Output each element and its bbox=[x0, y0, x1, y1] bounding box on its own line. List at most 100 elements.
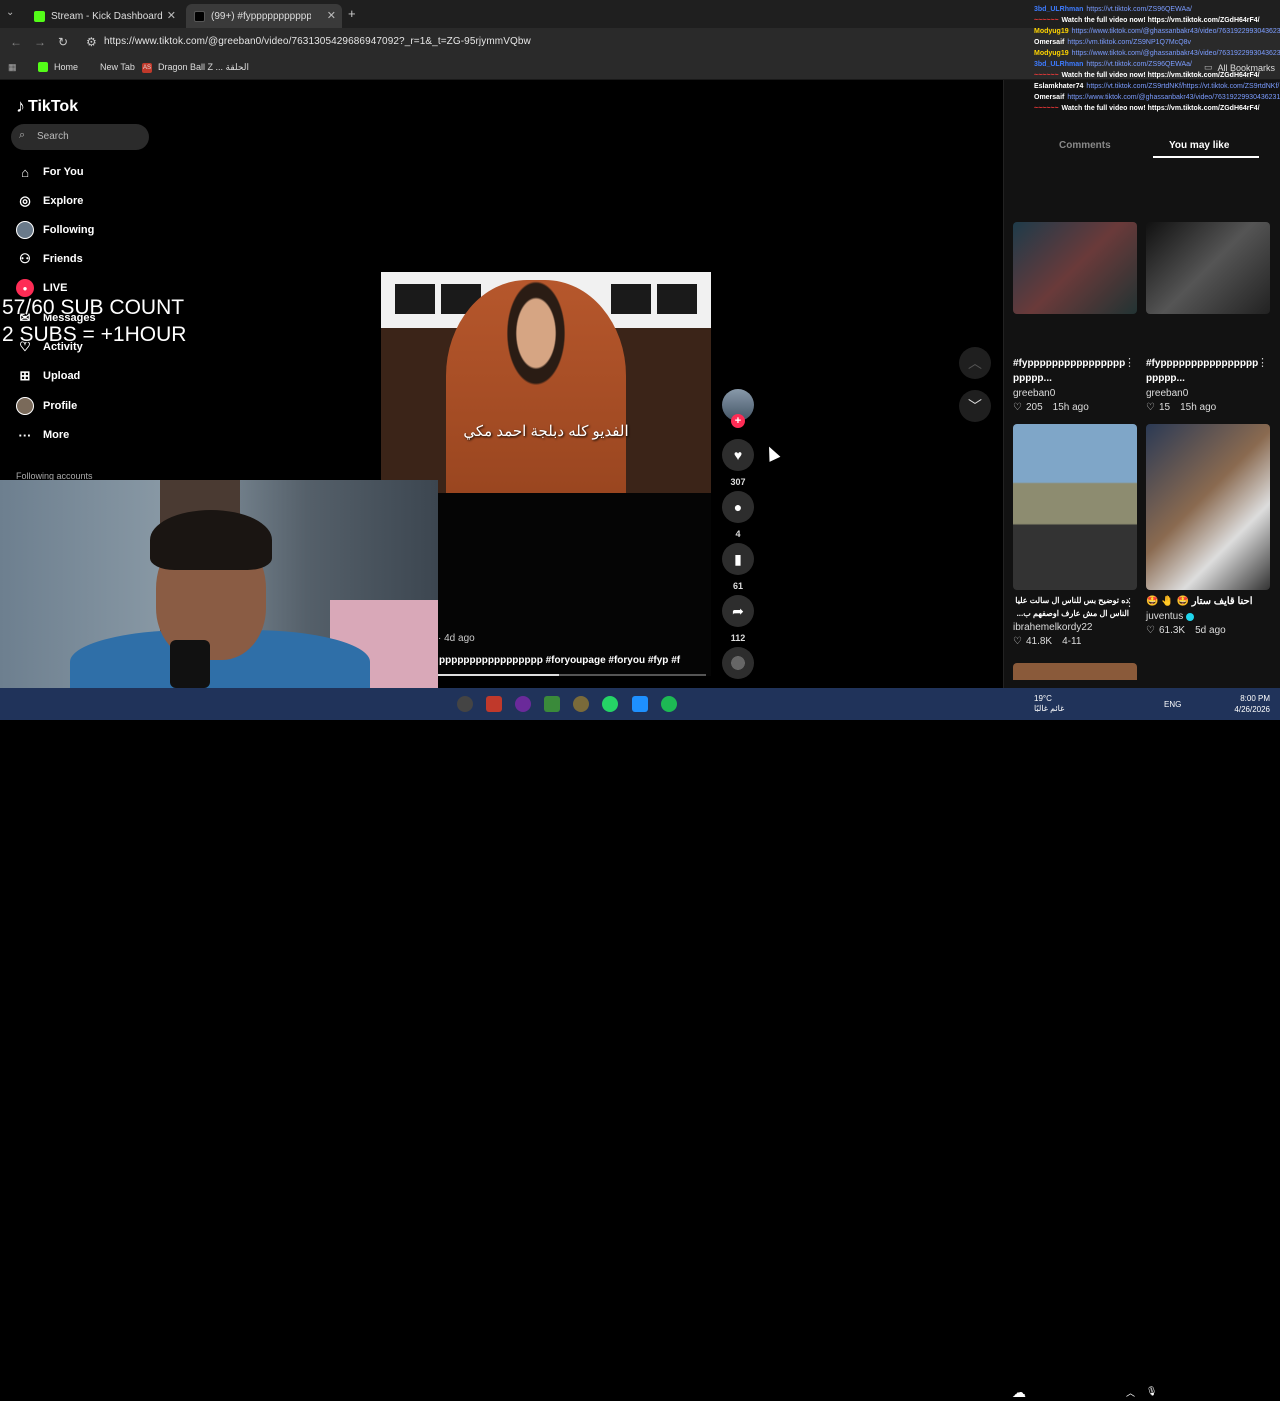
chat-username[interactable]: ~~~~~~ bbox=[1034, 72, 1059, 79]
tiktok-logo[interactable]: ♪ TikTok bbox=[16, 96, 78, 117]
weather-icon: ☁ bbox=[1012, 1384, 1026, 1400]
chat-username[interactable]: ~~~~~~ bbox=[1034, 17, 1059, 24]
nav-explore[interactable]: ◎ Explore bbox=[16, 191, 83, 211]
recommended-video-card[interactable]: #fyppppppppppppppppppppp... ⋮ greeban0 ♡… bbox=[1146, 222, 1270, 413]
close-tab-icon[interactable]: ✕ bbox=[167, 9, 176, 22]
sub-count-overlay: 57/60 SUB COUNT bbox=[2, 296, 185, 319]
spotify-icon[interactable] bbox=[661, 696, 677, 712]
more-options-icon[interactable]: ⋮ bbox=[1257, 356, 1268, 369]
nav-live[interactable]: ● LIVE bbox=[16, 278, 67, 298]
video-thumbnail[interactable] bbox=[1013, 424, 1137, 590]
forward-icon[interactable]: → bbox=[34, 35, 46, 49]
card-ago: 15h ago bbox=[1180, 402, 1217, 413]
app-icon[interactable] bbox=[515, 696, 531, 712]
chat-username[interactable]: ~~~~~~ bbox=[1034, 105, 1059, 112]
card-author[interactable]: greeban0 bbox=[1146, 388, 1270, 399]
video-progress-bar[interactable] bbox=[438, 674, 706, 676]
weather-text: غائم غالبًا bbox=[1034, 704, 1065, 713]
bookmark-new-tab[interactable]: New Tab bbox=[100, 62, 135, 72]
apps-icon[interactable]: ▦ bbox=[8, 62, 17, 73]
nav-more[interactable]: ··· More bbox=[16, 425, 70, 445]
bookmark-dragon-ball[interactable]: AS Dragon Ball Z ... الحلقة bbox=[142, 62, 249, 73]
tab-you-may-like[interactable]: You may like bbox=[1169, 140, 1229, 151]
video-player[interactable]: الفديو كله دبلجة احمد مكي bbox=[381, 272, 711, 493]
card-author[interactable]: greeban0 bbox=[1013, 388, 1137, 399]
whatsapp-icon[interactable] bbox=[602, 696, 618, 712]
close-tab-icon[interactable]: ✕ bbox=[327, 9, 336, 22]
recommended-video-card[interactable]: احنا قايف ستار 🤩 🤚 🤩 juventus ♡ 61.3K 5d a… bbox=[1146, 424, 1270, 636]
clock[interactable]: 8:00 PM 4/26/2026 bbox=[1226, 693, 1270, 715]
bookmark-icon[interactable]: ▮ bbox=[722, 543, 754, 575]
chat-text[interactable]: https://www.tiktok.com/@ghassanbakr43/vi… bbox=[1072, 28, 1280, 35]
card-title[interactable]: ده توضيح بس للناس ال سالت عليا الناس ال … bbox=[1013, 594, 1129, 620]
card-meta: ♡ 61.3K 5d ago bbox=[1146, 625, 1270, 636]
save-action[interactable]: ▮ 61 bbox=[722, 543, 754, 591]
chat-username[interactable]: 3bd_ULRhman bbox=[1034, 6, 1083, 13]
tab-search-icon[interactable]: ⌄ bbox=[6, 7, 14, 18]
window-frame bbox=[611, 284, 651, 314]
language-indicator[interactable]: ENG bbox=[1164, 700, 1181, 709]
tab-tiktok[interactable]: (99+) #fyppppppppppppp ✕ bbox=[186, 4, 342, 28]
chat-username[interactable]: Eslamkhater74 bbox=[1034, 83, 1083, 90]
chat-text[interactable]: https://vt.tiktok.com/ZS9rtdNKf/https://… bbox=[1086, 83, 1279, 90]
nav-following[interactable]: Following bbox=[16, 220, 94, 240]
card-author[interactable]: ibrahemelkordy22 bbox=[1013, 622, 1137, 633]
minecraft-icon[interactable] bbox=[544, 696, 560, 712]
new-tab-icon[interactable]: + bbox=[348, 6, 356, 21]
next-video-button[interactable]: ﹀ bbox=[959, 390, 991, 422]
chat-username[interactable]: Omersaif bbox=[1034, 94, 1064, 101]
card-title[interactable]: #fyppppppppppppppppppppp... bbox=[1146, 356, 1262, 386]
app-icon[interactable] bbox=[573, 696, 589, 712]
video-thumbnail[interactable] bbox=[1013, 222, 1137, 314]
card-author[interactable]: juventus bbox=[1146, 611, 1270, 622]
nav-friends[interactable]: ⚇ Friends bbox=[16, 249, 83, 269]
tab-comments[interactable]: Comments bbox=[1059, 140, 1111, 151]
nav-profile[interactable]: Profile bbox=[16, 396, 77, 416]
app-icon[interactable] bbox=[632, 696, 648, 712]
chevron-up-icon[interactable]: ︿ bbox=[1126, 1386, 1135, 1399]
more-options-icon[interactable]: ⋮ bbox=[1124, 356, 1135, 369]
microphone-tray-icon[interactable]: 🎙 bbox=[1146, 1386, 1157, 1397]
sound-disc-icon[interactable] bbox=[722, 647, 754, 679]
like-action[interactable]: ♥ 307 bbox=[722, 439, 754, 487]
more-options-icon[interactable]: ⋮ bbox=[1124, 596, 1135, 609]
nav-label: LIVE bbox=[43, 282, 68, 294]
video-thumbnail[interactable] bbox=[1013, 663, 1137, 680]
chat-text[interactable]: https://www.tiktok.com/@ghassanbakr43/vi… bbox=[1072, 50, 1280, 57]
chat-message: Modyug19 https://www.tiktok.com/@ghassanb… bbox=[1034, 26, 1280, 37]
share-action[interactable]: ➦ 112 bbox=[722, 595, 754, 643]
bookmark-home[interactable]: Home bbox=[38, 62, 78, 72]
previous-video-button[interactable]: ︿ bbox=[959, 347, 991, 379]
video-thumbnail[interactable] bbox=[1146, 424, 1270, 590]
chat-text[interactable]: https://www.tiktok.com/@ghassanbakr43/vi… bbox=[1067, 94, 1280, 101]
chat-username[interactable]: Modyug19 bbox=[1034, 50, 1069, 57]
nav-for-you[interactable]: ⌂ For You bbox=[16, 162, 83, 182]
recommended-video-card[interactable]: #fyppppppppppppppppppppp... ⋮ greeban0 ♡… bbox=[1013, 222, 1137, 413]
video-thumbnail[interactable] bbox=[1146, 222, 1270, 314]
reload-icon[interactable]: ↻ bbox=[58, 35, 68, 49]
tab-kick-dashboard[interactable]: Stream - Kick Dashboard ✕ bbox=[26, 4, 182, 28]
site-info-icon[interactable]: ⚙ bbox=[86, 35, 97, 49]
follow-plus-icon[interactable]: + bbox=[731, 414, 745, 428]
chat-username[interactable]: 3bd_ULRhman bbox=[1034, 61, 1083, 68]
chat-username[interactable]: Omersaif bbox=[1034, 39, 1064, 46]
heart-icon[interactable]: ♥ bbox=[722, 439, 754, 471]
weather-widget[interactable]: 19°C غائم غالبًا bbox=[1034, 694, 1064, 714]
url-field[interactable]: https://www.tiktok.com/@greeban0/video/7… bbox=[104, 36, 531, 47]
chat-text[interactable]: https://vt.tiktok.com/ZS96QEWAa/ bbox=[1086, 6, 1192, 13]
chat-username[interactable]: Modyug19 bbox=[1034, 28, 1069, 35]
card-title[interactable]: احنا قايف ستار 🤩 🤚 🤩 bbox=[1146, 594, 1262, 609]
chat-text[interactable]: https://vm.tiktok.com/ZS9NP1Q7McQ8v bbox=[1067, 39, 1191, 46]
recommended-video-card[interactable]: ده توضيح بس للناس ال سالت عليا الناس ال … bbox=[1013, 424, 1137, 647]
back-icon[interactable]: ← bbox=[10, 35, 22, 49]
search-input[interactable]: ⌕ Search bbox=[11, 124, 149, 150]
bookmark-label: Home bbox=[54, 62, 79, 72]
share-icon[interactable]: ➦ bbox=[722, 595, 754, 627]
comment-icon[interactable]: ● bbox=[722, 491, 754, 523]
nav-upload[interactable]: ⊞ Upload bbox=[16, 366, 81, 386]
app-icon[interactable] bbox=[486, 696, 502, 712]
obs-icon[interactable] bbox=[457, 696, 473, 712]
chat-text[interactable]: https://vt.tiktok.com/ZS96QEWAa/ bbox=[1086, 61, 1192, 68]
card-title[interactable]: #fyppppppppppppppppppppp... bbox=[1013, 356, 1129, 386]
comment-action[interactable]: ● 4 bbox=[722, 491, 754, 539]
